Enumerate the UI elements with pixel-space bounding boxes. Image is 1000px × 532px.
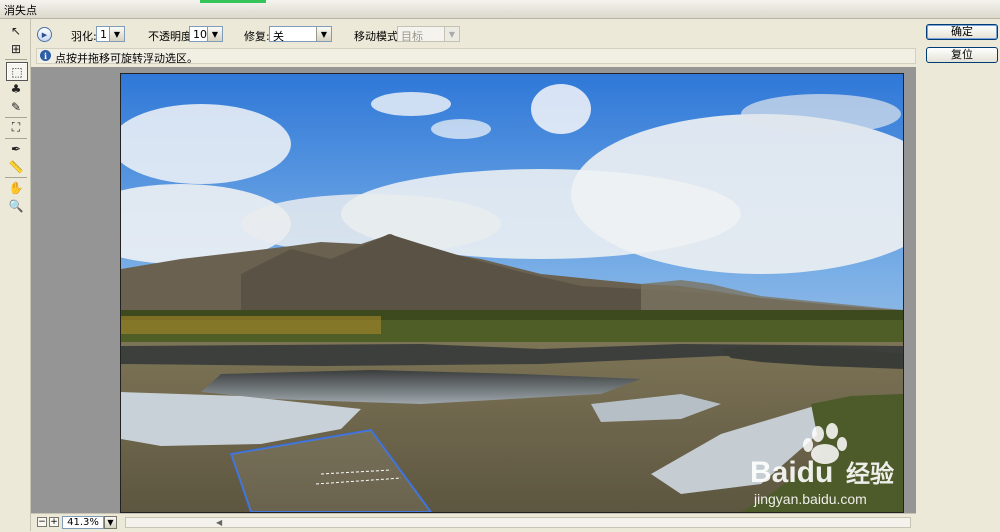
status-bar: − + 41.3% ▼ ◀ (31, 513, 916, 532)
transform-tool-icon[interactable]: ⛶ (6, 119, 26, 136)
options-bar: ▶ 羽化: 1 ▼ 不透明度: 100 ▼ 修复: 关 ▼ 移动模式: 目标 ▼ (31, 19, 916, 47)
tool-options-play-icon[interactable]: ▶ (37, 27, 52, 42)
window-title: 消失点 (4, 4, 37, 17)
horizontal-scrollbar[interactable]: ◀ (125, 517, 911, 528)
scroll-left-icon[interactable]: ◀ (216, 518, 222, 527)
zoom-level-field[interactable]: 41.3% (62, 516, 104, 529)
opacity-select[interactable]: 100 ▼ (189, 26, 223, 42)
tool-divider (5, 177, 27, 178)
zoom-menu-chevron-down-icon[interactable]: ▼ (104, 516, 117, 529)
watermark-url: jingyan.baidu.com (753, 491, 867, 507)
eyedropper-tool-icon[interactable]: ✒ (6, 140, 26, 157)
heal-select[interactable]: 关 ▼ (269, 26, 332, 43)
feather-label: 羽化: (71, 30, 97, 43)
zoom-tool-icon[interactable]: 🔍 (6, 197, 26, 214)
feather-value: 1 (100, 28, 107, 41)
info-icon: i (40, 50, 51, 61)
info-bar: i 点按并拖移可旋转浮动选区。 (36, 48, 916, 65)
chevron-down-icon: ▼ (207, 27, 222, 41)
watermark-brand: Baidu (750, 456, 833, 489)
edit-plane-tool-icon[interactable]: ↖ (6, 22, 26, 39)
create-plane-tool-icon[interactable]: ⊞ (6, 40, 26, 57)
chevron-down-icon: ▼ (444, 27, 459, 41)
canvas-area[interactable]: Baidu 经验 jingyan.baidu.com (31, 67, 916, 513)
zoom-out-button[interactable]: − (37, 517, 47, 527)
chevron-down-icon: ▼ (109, 27, 124, 41)
right-panel (918, 67, 1000, 531)
marquee-tool-icon[interactable]: ⬚ (6, 62, 28, 81)
brush-tool-icon[interactable]: ✎ (6, 98, 26, 115)
baidu-paw-icon: Baidu 经验 jingyan.baidu.com (750, 423, 894, 507)
tool-divider (5, 59, 27, 60)
baidu-watermark: Baidu 经验 jingyan.baidu.com (718, 420, 908, 513)
heal-value: 关 (273, 30, 284, 43)
zoom-in-button[interactable]: + (49, 517, 59, 527)
measure-tool-icon[interactable]: 📏 (6, 158, 26, 175)
feather-select[interactable]: 1 ▼ (96, 26, 125, 42)
title-accent (200, 0, 266, 3)
ok-button[interactable]: 确定 (926, 24, 998, 40)
stamp-tool-icon[interactable]: ♣ (6, 80, 26, 97)
tool-divider (5, 117, 27, 118)
move-mode-select: 目标 ▼ (397, 26, 460, 43)
chevron-down-icon: ▼ (316, 27, 331, 41)
move-mode-label: 移动模式: (354, 30, 402, 43)
watermark-brand-cn: 经验 (846, 460, 894, 488)
title-bar: 消失点 (0, 0, 1000, 19)
hand-tool-icon[interactable]: ✋ (6, 179, 26, 196)
info-message: 点按并拖移可旋转浮动选区。 (55, 52, 198, 65)
tool-panel: ↖ ⊞ ⬚ ♣ ✎ ⛶ ✒ 📏 ✋ 🔍 (0, 19, 31, 531)
move-mode-value: 目标 (401, 30, 423, 43)
heal-label: 修复: (244, 30, 270, 43)
tool-divider (5, 138, 27, 139)
reset-button[interactable]: 复位 (926, 47, 998, 63)
